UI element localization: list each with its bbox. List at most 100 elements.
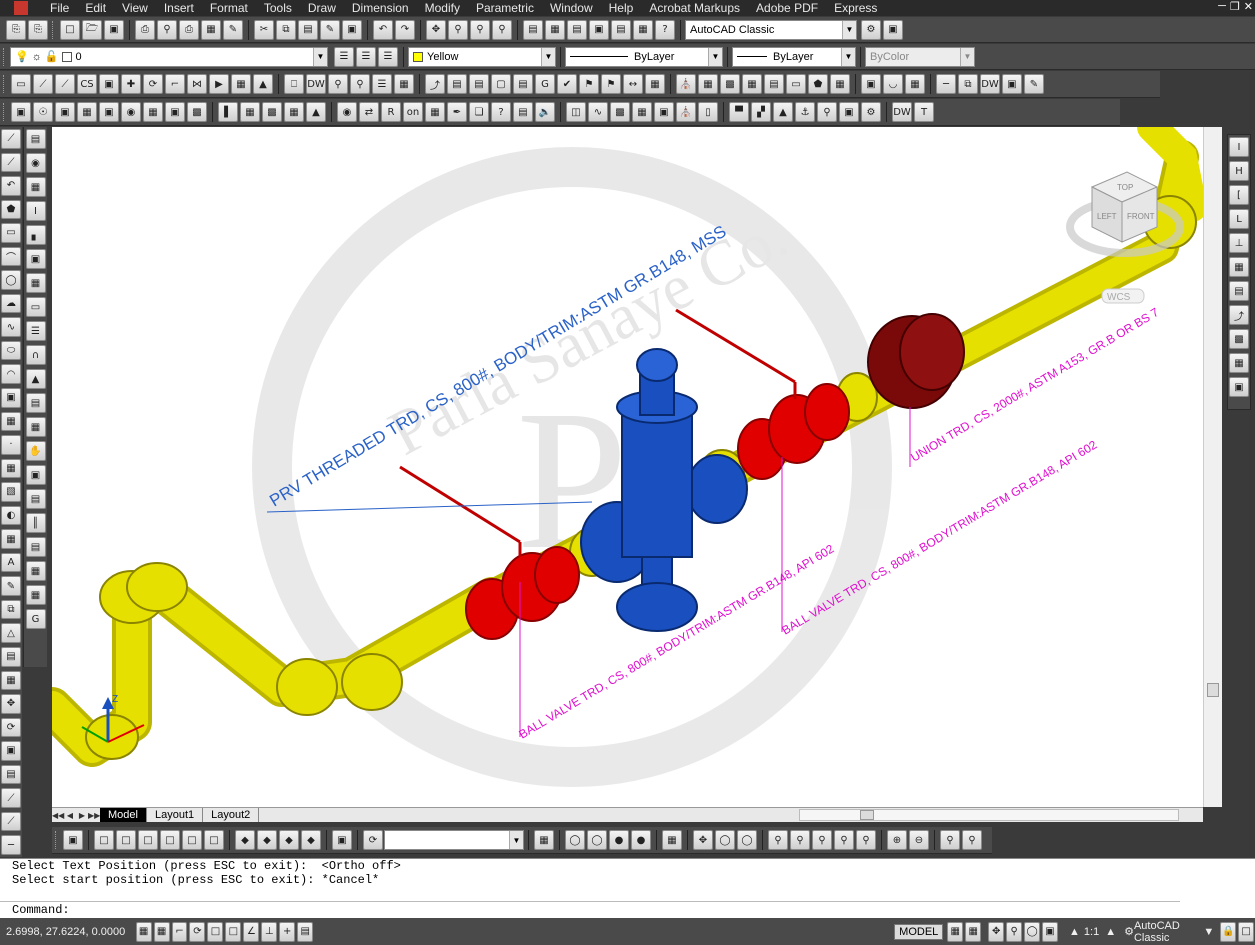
component-9-icon[interactable]: ▩ [187,102,207,122]
etransmit-icon[interactable]: ✎ [223,19,243,40]
conceptual-icon[interactable]: ● [631,830,651,850]
side-16-icon[interactable]: ▤ [25,489,46,509]
tee-icon[interactable]: ✚ [121,74,141,94]
menu-edit[interactable]: Edit [77,0,114,16]
support-icon[interactable]: ▲ [253,74,273,94]
menu-tools[interactable]: Tools [256,0,300,16]
cs-icon[interactable]: CS [77,74,97,94]
menu-view[interactable]: View [114,0,156,16]
rotate-icon[interactable]: ⟳ [1,717,21,738]
spec-icon[interactable]: ▤ [513,74,533,94]
move-icon[interactable]: ✥ [1,694,21,714]
brush-icon[interactable]: ✎ [1024,74,1044,94]
r-icon[interactable]: R [381,102,401,122]
lwt-icon[interactable]: ▤ [297,921,314,942]
menu-format[interactable]: Format [202,0,256,16]
anchor-icon[interactable]: ⚓ [795,102,815,122]
right-6-icon[interactable]: ▦ [1229,257,1249,277]
view-top-icon[interactable]: □ [94,830,114,850]
right-5-icon[interactable]: ⊥ [1229,233,1249,253]
rotate-fitting-icon[interactable]: ⟳ [143,74,163,94]
zoom-d-icon[interactable]: ⚲ [834,830,854,850]
menu-parametric[interactable]: Parametric [468,0,542,16]
tab-model[interactable]: Model [100,808,147,822]
arc-icon[interactable]: ⌒ [1,246,21,267]
flange-icon[interactable]: ▣ [99,74,119,94]
workspace-select[interactable]: AutoCAD Classic ▼ [685,19,857,40]
component-3-icon[interactable]: ▣ [55,102,75,122]
command-input[interactable]: Command: [0,901,1180,917]
grid2-icon[interactable]: ▦ [425,102,445,122]
pdf-options-icon[interactable]: ⎘ [28,19,48,40]
iso-nw-icon[interactable]: ◆ [301,830,321,850]
cup-icon[interactable]: ◡ [883,74,903,94]
bracket-icon[interactable]: ▦ [905,74,925,94]
side-15-icon[interactable]: ▣ [25,465,46,485]
dw3-icon[interactable]: DW [892,102,912,122]
polyline-icon[interactable]: ↶ [1,176,21,196]
workspace-switch[interactable]: AutoCAD Classic [1134,920,1199,944]
view-back-icon[interactable]: □ [204,830,224,850]
zoom-out-icon[interactable]: ⊖ [909,830,929,850]
vessel-icon[interactable]: ⛪ [676,102,696,122]
side-18-icon[interactable]: ▤ [25,537,46,557]
quick-view-drawings-icon[interactable]: ▦ [965,921,982,942]
align-right-icon[interactable]: ▦ [284,102,304,122]
right-11-icon[interactable]: ▣ [1229,377,1249,397]
cut-icon[interactable]: ✂ [254,19,274,40]
annotation-visibility-icon[interactable]: ▲ [1105,926,1116,938]
drawing-canvas[interactable]: Parla Sanaye Co. P PRV THREADED TRD, CS,… [52,127,1222,807]
showmotion-icon[interactable]: ▣ [1042,921,1058,942]
wave-icon[interactable]: ∿ [588,102,608,122]
line-draw-icon[interactable]: ⟋ [1,129,21,149]
properties-icon[interactable]: ▤ [523,19,543,40]
calc-icon[interactable]: ▤ [513,102,533,122]
ellipse-arc-icon[interactable]: ◠ [1,364,21,385]
question-icon[interactable]: ? [491,102,511,122]
ellipse-icon[interactable]: ⬭ [1,340,21,361]
table-draw-icon[interactable]: ▦ [1,529,21,549]
align-center-icon[interactable]: ▦ [240,102,260,122]
box3d-icon[interactable]: ❏ [469,102,489,122]
hatch-icon[interactable]: ▦ [645,74,665,94]
side-19-icon[interactable]: ▦ [25,561,46,581]
on-icon[interactable]: on [403,102,423,122]
zoom-window-icon[interactable]: ⚲ [470,19,490,40]
redo-icon[interactable]: ↷ [395,19,415,40]
iso-ne-icon[interactable]: ◆ [279,830,299,850]
make-current-layer-icon[interactable]: ☰ [356,46,376,67]
iso-sw-icon[interactable]: ◆ [235,830,255,850]
orbit-icon[interactable]: ✥ [693,830,713,850]
grid-icon[interactable]: ▦ [742,74,762,94]
bom-icon[interactable]: ▤ [447,74,467,94]
component-6-icon[interactable]: ◉ [121,102,141,122]
copy-icon[interactable]: ⧉ [276,19,296,40]
component-4-icon[interactable]: ▦ [77,102,97,122]
pan-icon[interactable]: ✥ [426,19,446,40]
otrack-icon[interactable]: ∠ [243,921,260,942]
close-icon[interactable]: ✕ [1244,0,1253,13]
component-8-icon[interactable]: ▣ [165,102,185,122]
right-8-icon[interactable]: ⤴ [1229,305,1249,325]
tank-icon[interactable]: ▣ [654,102,674,122]
display-icon[interactable]: ⎕ [284,74,304,94]
save-icon[interactable]: ▣ [104,19,124,40]
query-icon[interactable]: ⚲ [350,74,370,94]
swap-icon[interactable]: ⇄ [359,102,379,122]
duct-icon[interactable]: ▩ [720,74,740,94]
workspace-switch-icon[interactable]: ⚙ [1124,925,1134,938]
point-icon[interactable]: · [1,435,21,455]
right-9-icon[interactable]: ▩ [1229,329,1249,349]
pump-icon[interactable]: ▩ [610,102,630,122]
named-views-icon[interactable]: ⟳ [363,830,383,850]
tab-layout2[interactable]: Layout2 [203,808,260,822]
side-9-icon[interactable]: ☰ [25,321,46,341]
line-icon[interactable]: ─ [936,74,956,94]
view-1-icon[interactable]: ▣ [63,830,83,850]
trim-icon[interactable]: ⟋ [1,788,21,808]
side-8-icon[interactable]: ▭ [25,297,46,317]
elbow-icon[interactable]: ⌐ [165,74,185,94]
weld-icon[interactable]: ▀ [729,102,749,122]
first-tab-icon[interactable]: ◀◀ [52,811,64,820]
zoom-status-icon[interactable]: ⚲ [1006,921,1023,942]
